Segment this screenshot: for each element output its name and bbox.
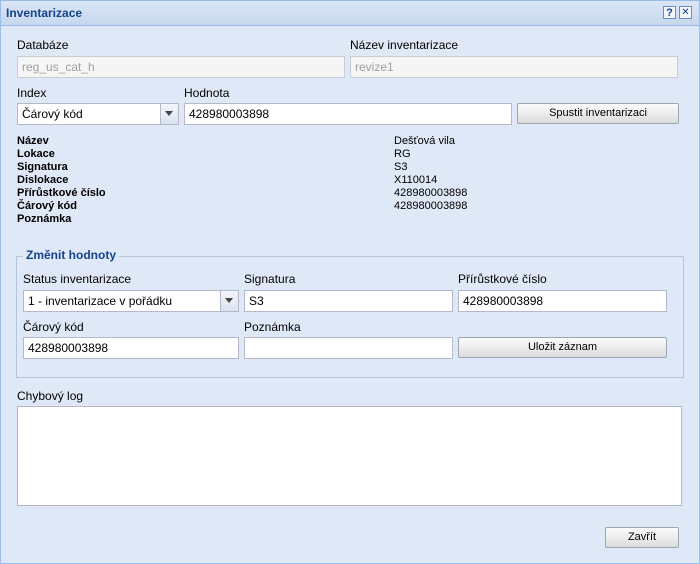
start-inventory-button[interactable]: Spustit inventarizaci bbox=[517, 103, 679, 124]
window-titlebar[interactable]: Inventarizace ? ✕ bbox=[1, 1, 699, 26]
poznamka-label: Poznámka bbox=[244, 320, 301, 334]
info-key-carovy-kod: Čárový kód bbox=[17, 200, 77, 212]
info-key-signatura: Signatura bbox=[17, 161, 68, 173]
save-record-button[interactable]: Uložit záznam bbox=[458, 337, 667, 358]
inventory-name-label: Název inventarizace bbox=[350, 38, 459, 52]
window-title: Inventarizace bbox=[6, 6, 83, 20]
info-key-nazev: Název bbox=[17, 135, 49, 147]
hodnota-label: Hodnota bbox=[184, 86, 230, 100]
error-log-textarea[interactable] bbox=[17, 406, 682, 506]
window-body: Databáze reg_us_cat_h Název inventarizac… bbox=[5, 27, 693, 559]
info-key-lokace: Lokace bbox=[17, 148, 55, 160]
change-values-legend: Změnit hodnoty bbox=[23, 248, 119, 262]
database-field: reg_us_cat_h bbox=[17, 56, 345, 78]
inventory-window: Inventarizace ? ✕ Databáze reg_us_cat_h … bbox=[0, 0, 700, 564]
close-button[interactable]: Zavřít bbox=[605, 527, 679, 548]
index-label: Index bbox=[17, 86, 47, 100]
info-value-signatura: S3 bbox=[394, 161, 408, 173]
status-select-value: 1 - inventarizace v pořádku bbox=[28, 294, 173, 308]
prirustkove-input[interactable]: 428980003898 bbox=[458, 290, 667, 312]
info-value-carovy-kod: 428980003898 bbox=[394, 200, 468, 212]
info-value-nazev: Dešťová vila bbox=[394, 135, 455, 147]
close-icon[interactable]: ✕ bbox=[679, 6, 692, 19]
hodnota-input[interactable]: 428980003898 bbox=[184, 103, 512, 125]
chevron-down-icon[interactable] bbox=[160, 104, 178, 124]
info-value-dislokace: X110014 bbox=[394, 174, 438, 186]
signatura-label: Signatura bbox=[244, 272, 296, 286]
info-key-prirustkove: Přírůstkové číslo bbox=[17, 187, 106, 199]
status-label: Status inventarizace bbox=[23, 272, 132, 286]
index-select-value: Čárový kód bbox=[22, 107, 83, 121]
signatura-input[interactable]: S3 bbox=[244, 290, 453, 312]
index-select[interactable]: Čárový kód bbox=[17, 103, 179, 125]
info-value-lokace: RG bbox=[394, 148, 411, 160]
help-icon[interactable]: ? bbox=[663, 6, 676, 19]
inventory-name-field: revize1 bbox=[350, 56, 678, 78]
status-select[interactable]: 1 - inventarizace v pořádku bbox=[23, 290, 239, 312]
info-value-prirustkove: 428980003898 bbox=[394, 187, 468, 199]
poznamka-input[interactable] bbox=[244, 337, 453, 359]
database-label: Databáze bbox=[17, 38, 69, 52]
prirustkove-label: Přírůstkové číslo bbox=[458, 272, 547, 286]
carovy-kod-input[interactable]: 428980003898 bbox=[23, 337, 239, 359]
info-key-poznamka: Poznámka bbox=[17, 213, 72, 225]
chevron-down-icon[interactable] bbox=[220, 291, 238, 311]
carovy-kod-label: Čárový kód bbox=[23, 320, 84, 334]
error-log-label: Chybový log bbox=[17, 389, 84, 403]
info-key-dislokace: Dislokace bbox=[17, 174, 69, 186]
